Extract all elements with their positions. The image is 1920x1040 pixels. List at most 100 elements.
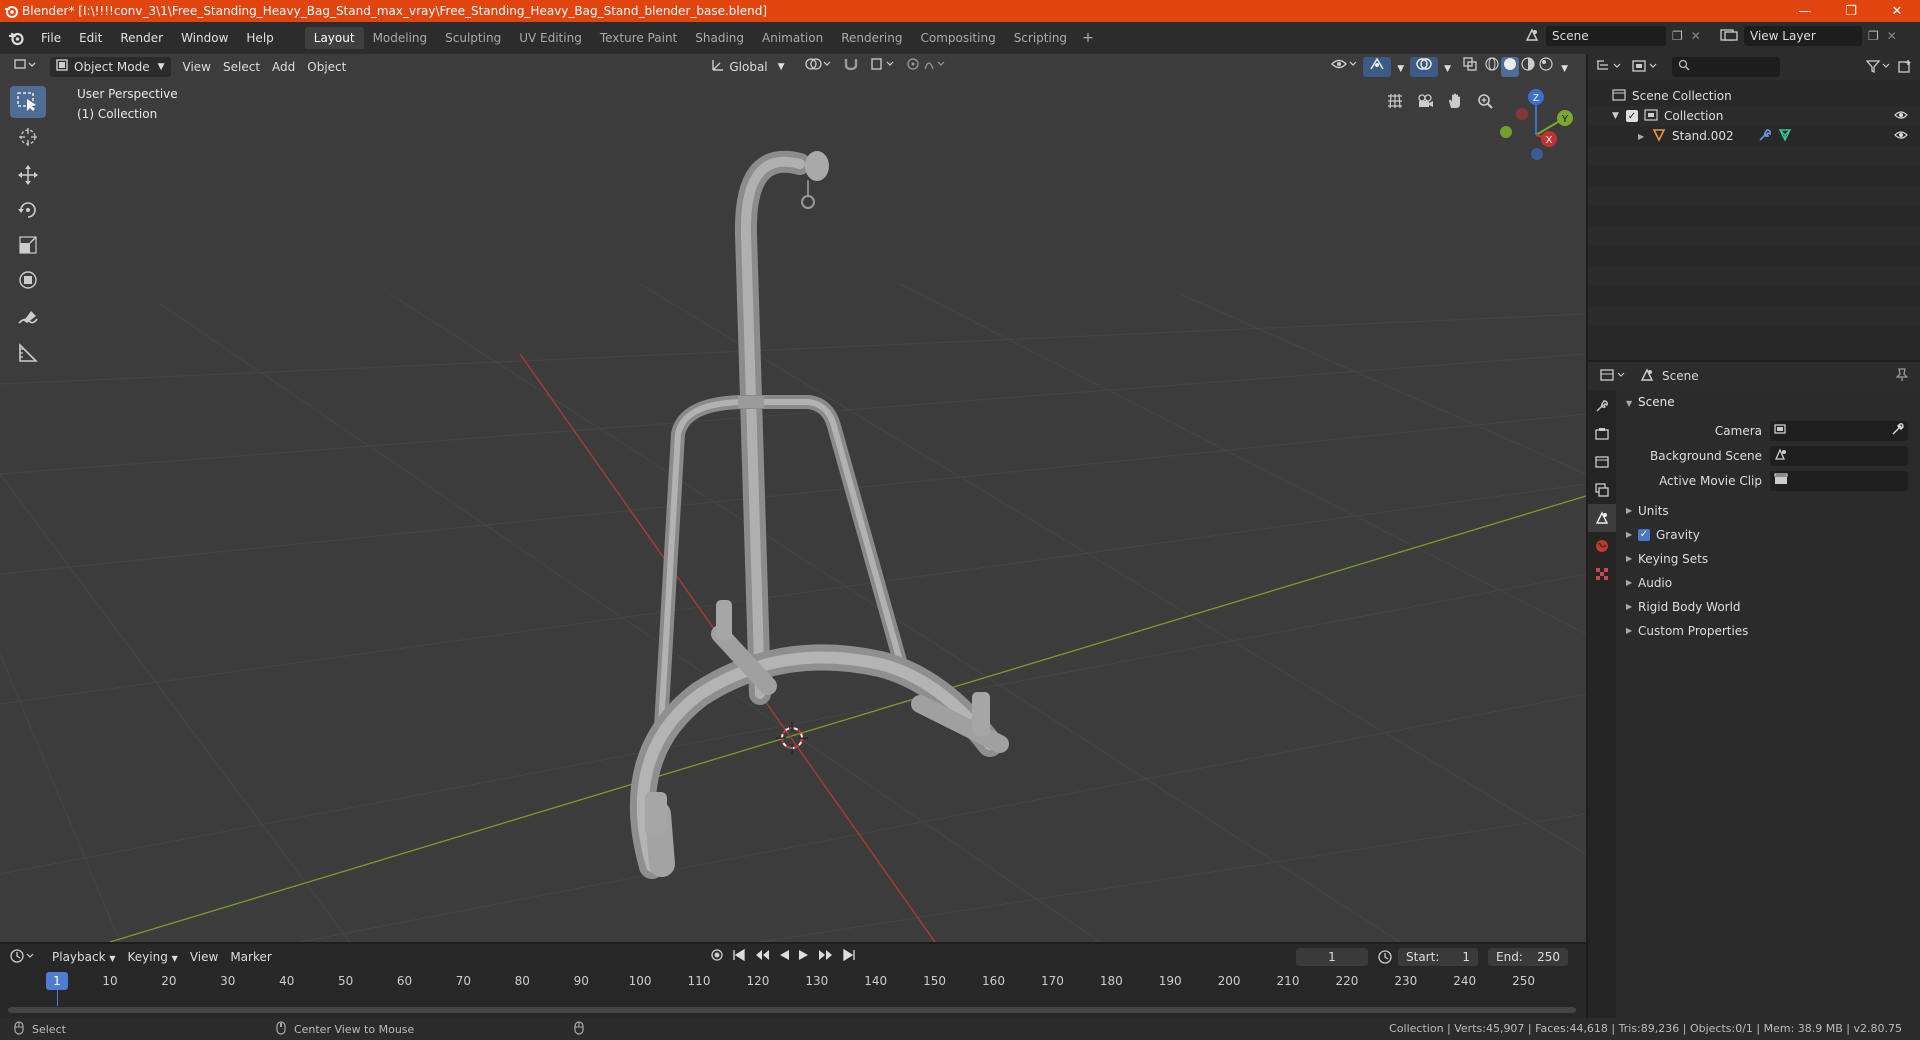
scene-panel-header[interactable]: ▼ Scene [1620, 390, 1916, 414]
outliner-row-stand[interactable]: ▶ Stand.002 [1588, 126, 1920, 146]
mesh-data-icon[interactable] [1778, 128, 1792, 145]
tab-uv-editing[interactable]: UV Editing [510, 27, 591, 49]
display-mode-icon[interactable] [1632, 59, 1658, 76]
jump-to-end-icon[interactable] [842, 948, 856, 964]
expand-arrow-icon[interactable]: ▼ [1612, 111, 1626, 121]
view-layer-tab-icon[interactable] [1588, 476, 1616, 504]
tab-shading[interactable]: Shading [686, 27, 753, 49]
viewport-menu-view[interactable]: View [177, 57, 217, 77]
move-tool[interactable] [10, 159, 46, 191]
transform-orientation-dropdown[interactable]: Global ▼ [706, 57, 790, 77]
wireframe-shading-icon[interactable] [1483, 57, 1501, 77]
add-workspace-button[interactable]: + [1076, 27, 1100, 49]
audio-panel-header[interactable]: ▶ Audio [1620, 571, 1916, 595]
jump-to-keyframe-back-icon[interactable] [754, 949, 770, 964]
rendered-shading-icon[interactable] [1537, 57, 1555, 77]
tab-scripting[interactable]: Scripting [1005, 27, 1076, 49]
eyedropper-icon[interactable] [1892, 423, 1904, 438]
tab-animation[interactable]: Animation [753, 27, 832, 49]
view-layer-icon[interactable] [1720, 28, 1738, 45]
start-frame-field[interactable]: Start: 1 [1398, 948, 1478, 966]
pan-view-hand-icon[interactable] [1440, 86, 1470, 116]
proportional-edit-icon[interactable] [901, 57, 953, 77]
select-box-tool[interactable] [10, 86, 46, 118]
pivot-point-icon[interactable] [799, 57, 837, 77]
minimize-button[interactable]: — [1782, 0, 1828, 22]
zoom-view-icon[interactable] [1470, 86, 1500, 116]
material-shading-icon[interactable] [1519, 57, 1537, 77]
record-icon[interactable] [710, 948, 724, 965]
object-mode-dropdown[interactable]: Object Mode ▼ [50, 57, 171, 77]
snap-icon[interactable] [837, 57, 865, 77]
outliner-search-input[interactable] [1672, 57, 1780, 77]
keying-sets-panel-header[interactable]: ▶ Keying Sets [1620, 547, 1916, 571]
delete-scene-icon[interactable]: ✕ [1691, 29, 1701, 43]
tool-settings-tab-icon[interactable] [1588, 392, 1616, 420]
tab-rendering[interactable]: Rendering [832, 27, 911, 49]
jump-to-start-icon[interactable] [732, 948, 746, 964]
tab-compositing[interactable]: Compositing [911, 27, 1004, 49]
expand-arrow-icon[interactable]: ▶ [1638, 132, 1652, 141]
properties-editor-type-icon[interactable] [1600, 368, 1626, 385]
overlays-dropdown-icon[interactable]: ▼ [1438, 57, 1457, 77]
visibility-selectability-icon[interactable] [1325, 57, 1363, 77]
restore-button[interactable]: ❐ [1828, 0, 1874, 22]
play-reverse-icon[interactable] [778, 949, 790, 964]
exclude-checkbox[interactable]: ✓ [1626, 110, 1638, 122]
timeline-menu-keying[interactable]: Keying ▼ [122, 947, 184, 967]
outliner-row-collection[interactable]: ▼ ✓ Collection [1588, 106, 1920, 126]
view-layer-name-field[interactable]: View Layer [1744, 26, 1862, 46]
background-scene-field[interactable] [1770, 445, 1908, 466]
units-panel-header[interactable]: ▶ Units [1620, 499, 1916, 523]
world-tab-icon[interactable] [1588, 532, 1616, 560]
snap-target-icon[interactable] [865, 57, 901, 77]
active-movie-clip-field[interactable] [1770, 470, 1908, 491]
solid-shading-icon[interactable] [1501, 57, 1520, 77]
gravity-panel-header[interactable]: ▶ ✓ Gravity [1620, 523, 1916, 547]
rigid-body-world-panel-header[interactable]: ▶ Rigid Body World [1620, 595, 1916, 619]
new-scene-icon[interactable]: ❐ [1672, 29, 1683, 43]
measure-tool[interactable] [10, 337, 46, 369]
scene-name-field[interactable]: Scene [1546, 26, 1666, 46]
outliner-editor-type-icon[interactable] [1596, 59, 1622, 76]
transform-tool[interactable] [10, 264, 46, 296]
menu-file[interactable]: File [32, 27, 70, 49]
pin-icon[interactable] [1895, 367, 1909, 385]
preview-range-clock-icon[interactable] [1378, 950, 1392, 967]
scale-tool[interactable] [10, 229, 46, 261]
timeline-menu-marker[interactable]: Marker [224, 947, 277, 967]
frame-ruler[interactable]: 1 10 20 30 40 50 60 70 80 90 100 110 120 130 140 150 160… [0, 972, 1586, 992]
annotate-tool[interactable] [10, 302, 46, 334]
menu-window[interactable]: Window [172, 27, 237, 49]
tab-sculpting[interactable]: Sculpting [436, 27, 510, 49]
editor-type-icon[interactable] [8, 57, 42, 77]
viewport-menu-select[interactable]: Select [217, 57, 266, 77]
timeline-editor-type-icon[interactable] [10, 948, 38, 966]
modifier-wrench-icon[interactable] [1758, 128, 1772, 145]
rotate-tool[interactable] [10, 194, 46, 226]
timeline-menu-playback[interactable]: Playback ▼ [46, 947, 122, 967]
delete-view-layer-icon[interactable]: ✕ [1887, 29, 1897, 43]
render-tab-icon[interactable] [1588, 420, 1616, 448]
xray-toggle-icon[interactable] [1457, 57, 1483, 77]
cursor-tool[interactable] [10, 121, 46, 153]
current-frame-field[interactable]: 1 [1296, 948, 1368, 966]
jump-to-keyframe-forward-icon[interactable] [818, 949, 834, 964]
scene-icon[interactable] [1524, 27, 1540, 46]
filter-icon[interactable] [1865, 59, 1892, 76]
outliner-row-scene-collection[interactable]: Scene Collection [1588, 86, 1920, 106]
3d-viewport[interactable]: Z Y X Object Mode ▼ View Select Add Obje… [0, 54, 1586, 942]
play-icon[interactable] [798, 949, 810, 964]
gravity-checkbox[interactable]: ✓ [1638, 529, 1650, 541]
eye-visibility-icon[interactable] [1894, 129, 1908, 144]
gizmo-dropdown-icon[interactable]: ▼ [1391, 57, 1410, 77]
shading-dropdown-icon[interactable]: ▼ [1555, 57, 1574, 77]
timeline-scrollbar[interactable] [8, 1007, 1576, 1013]
menu-render[interactable]: Render [111, 27, 172, 49]
current-frame-marker[interactable]: 1 [46, 972, 68, 990]
viewport-menu-object[interactable]: Object [301, 57, 352, 77]
new-view-layer-icon[interactable]: ❐ [1868, 29, 1879, 43]
end-frame-field[interactable]: End: 250 [1488, 948, 1568, 966]
gizmo-toggle-icon[interactable] [1363, 57, 1392, 77]
camera-field[interactable] [1770, 420, 1908, 441]
